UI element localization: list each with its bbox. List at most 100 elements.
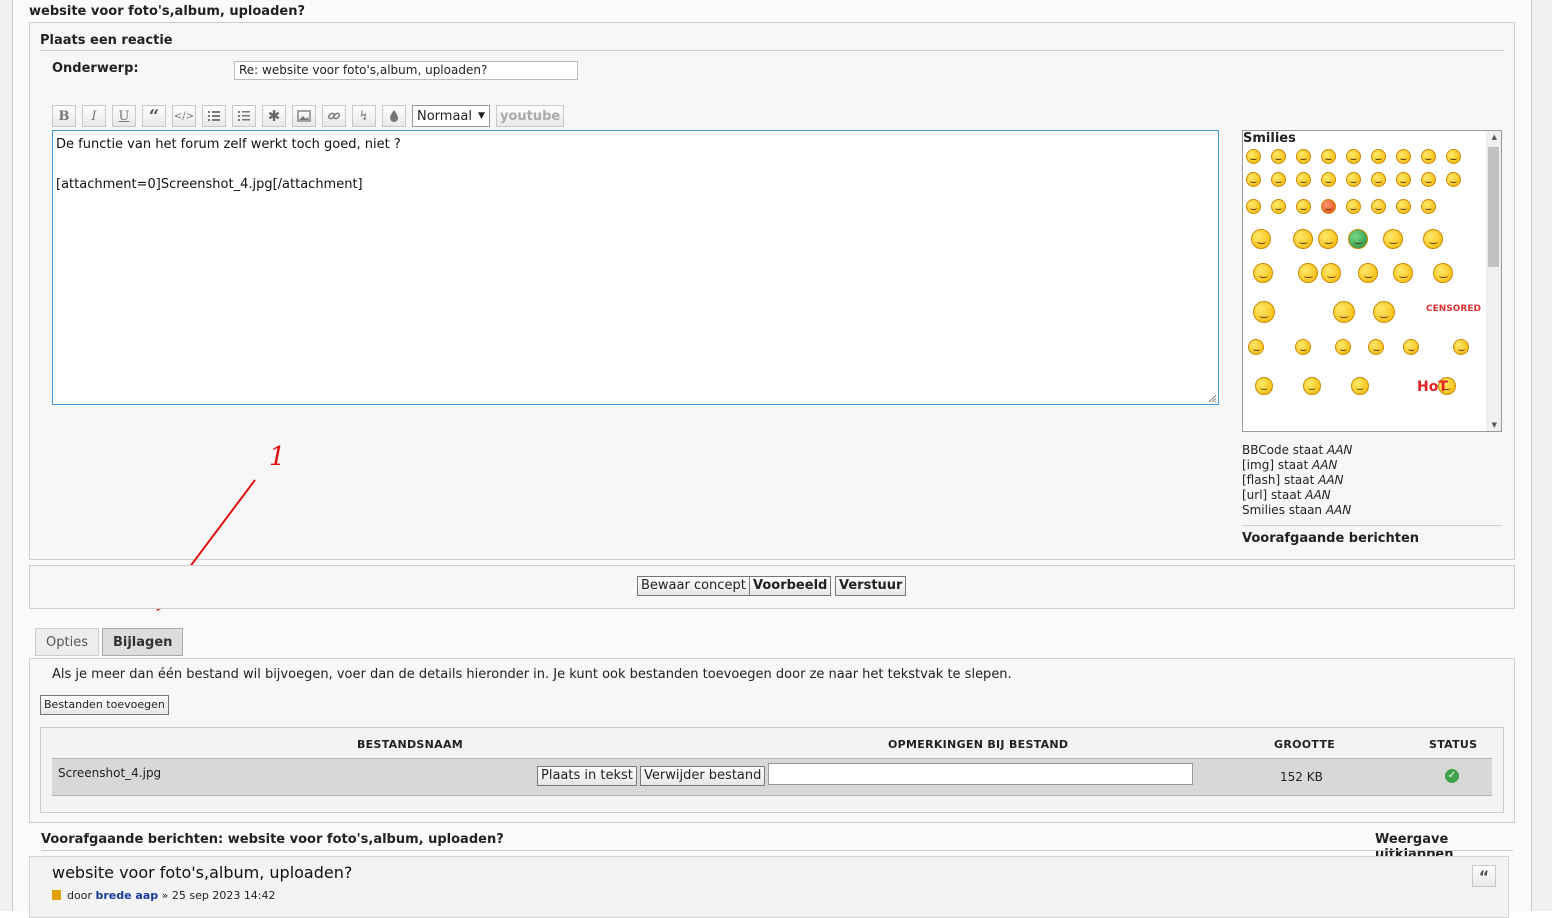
- message-editor[interactable]: De functie van het forum zelf werkt toch…: [52, 130, 1219, 405]
- link-button[interactable]: [322, 105, 346, 127]
- smiley-icon[interactable]: [1271, 172, 1286, 187]
- list-item-button[interactable]: ✱: [262, 105, 286, 127]
- delete-file-button[interactable]: Verwijder bestand: [640, 766, 766, 786]
- smiley-icon[interactable]: [1433, 263, 1453, 283]
- smiley-icon[interactable]: [1396, 199, 1411, 214]
- smiley-icon[interactable]: [1251, 229, 1271, 249]
- tab-attachments[interactable]: Bijlagen: [101, 628, 184, 656]
- smiley-icon[interactable]: [1335, 339, 1351, 355]
- post-title[interactable]: website voor foto's,album, uploaden?: [52, 863, 352, 882]
- smiley-icon[interactable]: [1348, 229, 1368, 249]
- right-margin: [1531, 0, 1552, 911]
- smiley-icon[interactable]: [1423, 229, 1443, 249]
- scroll-down-icon[interactable]: ▼: [1492, 421, 1497, 429]
- smiley-icon[interactable]: [1358, 263, 1378, 283]
- smiley-icon[interactable]: [1253, 263, 1273, 283]
- previous-posts-heading: Voorafgaande berichten: website voor fot…: [41, 832, 504, 847]
- smiley-icon[interactable]: [1351, 377, 1369, 395]
- color-button[interactable]: [382, 105, 406, 127]
- bbcode-status-list: BBCode staat AAN [img] staat AAN [flash]…: [1242, 443, 1352, 518]
- place-in-text-button[interactable]: Plaats in tekst: [537, 766, 637, 786]
- code-button[interactable]: </>: [172, 105, 196, 127]
- smiley-icon[interactable]: [1421, 149, 1436, 164]
- scroll-thumb[interactable]: [1488, 147, 1499, 267]
- smiley-icon[interactable]: [1371, 149, 1386, 164]
- column-filename: BESTANDSNAAM: [357, 738, 464, 751]
- smiley-icon[interactable]: [1298, 263, 1318, 283]
- list-button[interactable]: [202, 105, 226, 127]
- smiley-icon[interactable]: [1293, 229, 1313, 249]
- smiley-icon[interactable]: [1446, 172, 1461, 187]
- smiley-icon[interactable]: [1383, 229, 1403, 249]
- resize-grip-icon[interactable]: [1208, 394, 1217, 403]
- censored-smiley-icon[interactable]: CENSORED: [1426, 304, 1481, 314]
- font-size-select[interactable]: Normaal ▼: [412, 105, 490, 127]
- list-icon: [208, 111, 220, 121]
- smiley-icon[interactable]: [1296, 172, 1311, 187]
- smiley-icon[interactable]: [1246, 199, 1261, 214]
- subject-input[interactable]: Re: website voor foto's,album, uploaden?: [234, 61, 578, 80]
- previous-posts-link[interactable]: Voorafgaande berichten: [1242, 531, 1419, 546]
- file-size: 152 KB: [1280, 770, 1323, 784]
- smiley-icon[interactable]: [1321, 263, 1341, 283]
- smiley-icon[interactable]: [1446, 149, 1461, 164]
- add-files-button[interactable]: Bestanden toevoegen: [40, 695, 169, 715]
- smiley-icon[interactable]: [1255, 377, 1273, 395]
- smiley-icon[interactable]: [1403, 339, 1419, 355]
- scroll-up-icon[interactable]: ▲: [1492, 133, 1497, 141]
- smiley-icon[interactable]: [1421, 172, 1436, 187]
- smiley-icon[interactable]: [1453, 339, 1469, 355]
- quote-post-button[interactable]: “: [1472, 865, 1496, 887]
- quote-button[interactable]: “: [142, 105, 166, 127]
- smiley-icon[interactable]: [1396, 149, 1411, 164]
- smiley-icon[interactable]: [1373, 301, 1395, 323]
- smiley-icon[interactable]: [1296, 149, 1311, 164]
- smiley-icon[interactable]: [1271, 149, 1286, 164]
- smiley-icon[interactable]: [1346, 172, 1361, 187]
- smiley-icon[interactable]: [1271, 199, 1286, 214]
- preview-button[interactable]: Voorbeeld: [749, 576, 832, 596]
- italic-button[interactable]: I: [82, 105, 106, 127]
- topic-title: website voor foto's,album, uploaden?: [29, 4, 305, 19]
- smiley-icon[interactable]: [1368, 339, 1384, 355]
- smiley-icon[interactable]: [1253, 301, 1275, 323]
- smiley-icon[interactable]: [1246, 172, 1261, 187]
- smiley-icon[interactable]: [1346, 199, 1361, 214]
- numbered-list-button[interactable]: [232, 105, 256, 127]
- post-author[interactable]: brede aap: [95, 889, 158, 902]
- reply-panel: Plaats een reactie Onderwerp: Re: websit…: [29, 22, 1515, 560]
- smiley-icon[interactable]: [1321, 172, 1336, 187]
- tab-bar: Opties Bijlagen: [35, 628, 184, 656]
- smiley-icon[interactable]: [1321, 199, 1336, 214]
- smiley-icon[interactable]: [1303, 377, 1321, 395]
- youtube-button[interactable]: youtube: [495, 105, 565, 127]
- smiley-icon[interactable]: [1248, 339, 1264, 355]
- smiley-icon[interactable]: [1295, 339, 1311, 355]
- smiley-icon[interactable]: [1371, 199, 1386, 214]
- hot-smiley-icon[interactable]: HoT: [1417, 379, 1448, 395]
- save-draft-button[interactable]: Bewaar concept: [637, 576, 750, 596]
- smiley-icon[interactable]: [1318, 229, 1338, 249]
- smiley-icon[interactable]: [1321, 149, 1336, 164]
- submit-button[interactable]: Verstuur: [835, 576, 907, 596]
- table-row: Screenshot_4.jpg Plaats in tekst Verwijd…: [52, 758, 1492, 796]
- smiley-icon[interactable]: [1346, 149, 1361, 164]
- bold-button[interactable]: B: [52, 105, 76, 127]
- submit-bar: Bewaar concept Voorbeeld Verstuur: [29, 565, 1515, 609]
- smiley-icon[interactable]: [1396, 172, 1411, 187]
- image-button[interactable]: [292, 105, 316, 127]
- underline-button[interactable]: U: [112, 105, 136, 127]
- underline-icon: U: [118, 108, 130, 124]
- smiley-icon[interactable]: [1296, 199, 1311, 214]
- post-meta: door brede aap » 25 sep 2023 14:42: [52, 889, 276, 902]
- smiley-icon[interactable]: [1421, 199, 1436, 214]
- smiley-icon[interactable]: [1371, 172, 1386, 187]
- smiley-icon[interactable]: [1246, 149, 1261, 164]
- smilies-scrollbar[interactable]: ▲ ▼: [1486, 131, 1501, 431]
- flash-button[interactable]: ↯: [352, 105, 376, 127]
- quote-icon: “: [1478, 867, 1490, 886]
- tab-options[interactable]: Opties: [35, 628, 99, 656]
- smiley-icon[interactable]: [1393, 263, 1413, 283]
- file-comment-input[interactable]: [768, 763, 1193, 785]
- smiley-icon[interactable]: [1333, 301, 1355, 323]
